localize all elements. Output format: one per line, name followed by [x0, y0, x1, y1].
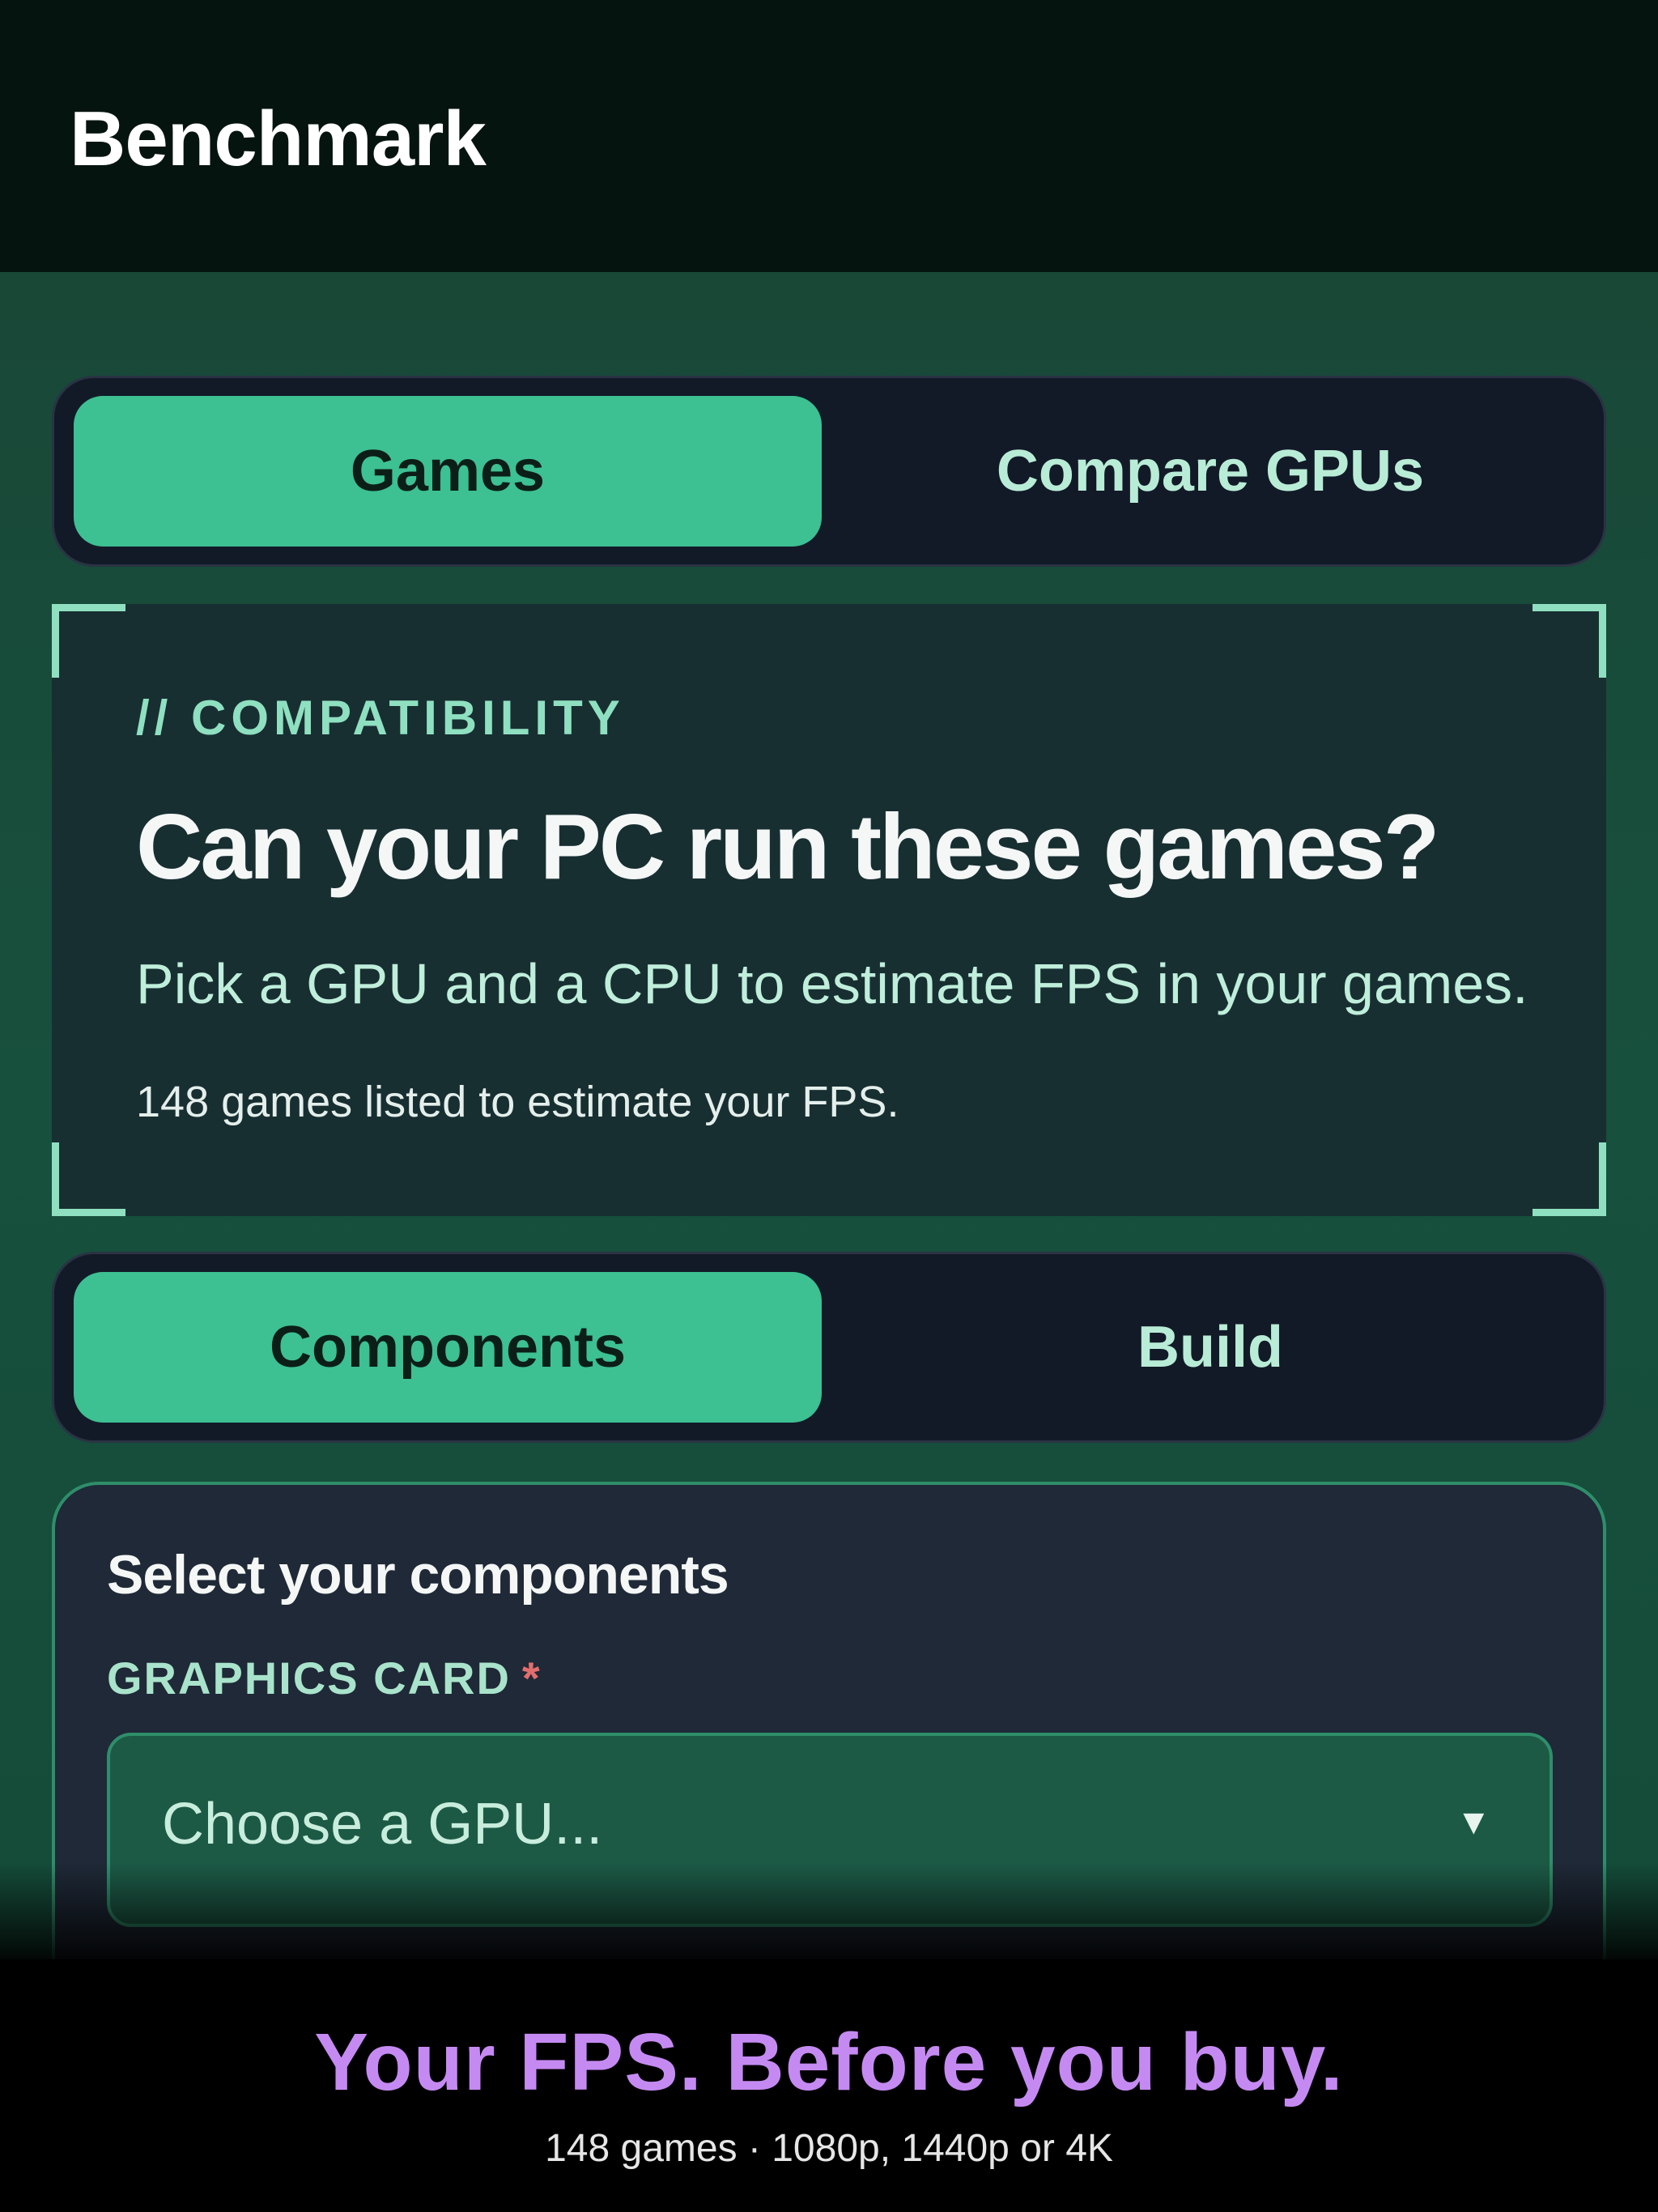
promo-banner: Your FPS. Before you buy. 148 games · 10… [0, 1959, 1658, 2212]
compatibility-hero: // COMPATIBILITY Can your PC run these g… [52, 604, 1606, 1216]
tab-build[interactable]: Build [836, 1272, 1584, 1423]
tab-games[interactable]: Games [74, 396, 822, 547]
hero-subtitle: Pick a GPU and a CPU to estimate FPS in … [136, 952, 1528, 1015]
gpu-select-placeholder: Choose a GPU... [162, 1792, 603, 1857]
games-count-text: 148 games listed to estimate your FPS. [136, 1078, 899, 1126]
panel-title: Select your components [107, 1544, 729, 1606]
required-asterisk: * [521, 1653, 542, 1704]
gpu-field-label: GRAPHICS CARD * [107, 1652, 542, 1704]
gpu-label-text: GRAPHICS CARD [107, 1653, 511, 1704]
chevron-down-icon: ▼ [1456, 1802, 1491, 1842]
hero-title: Can your PC run these games? [136, 796, 1439, 899]
corner-bracket [1533, 604, 1606, 678]
corner-bracket [52, 1142, 125, 1216]
corner-bracket [1533, 1142, 1606, 1216]
corner-bracket [52, 604, 125, 678]
input-mode-tabs: Components Build [52, 1252, 1606, 1443]
tab-compare-gpus[interactable]: Compare GPUs [836, 396, 1584, 547]
promo-title: Your FPS. Before you buy. [314, 2017, 1344, 2108]
mode-tabs: Games Compare GPUs [52, 376, 1606, 567]
bottom-fade-overlay [0, 1862, 1658, 1959]
app-header: Benchmark [0, 0, 1658, 272]
app-title: Benchmark [70, 96, 487, 182]
hero-eyebrow: // COMPATIBILITY [136, 691, 625, 745]
tab-components[interactable]: Components [74, 1272, 822, 1423]
promo-subtitle: 148 games · 1080p, 1440p or 4K [545, 2127, 1113, 2170]
